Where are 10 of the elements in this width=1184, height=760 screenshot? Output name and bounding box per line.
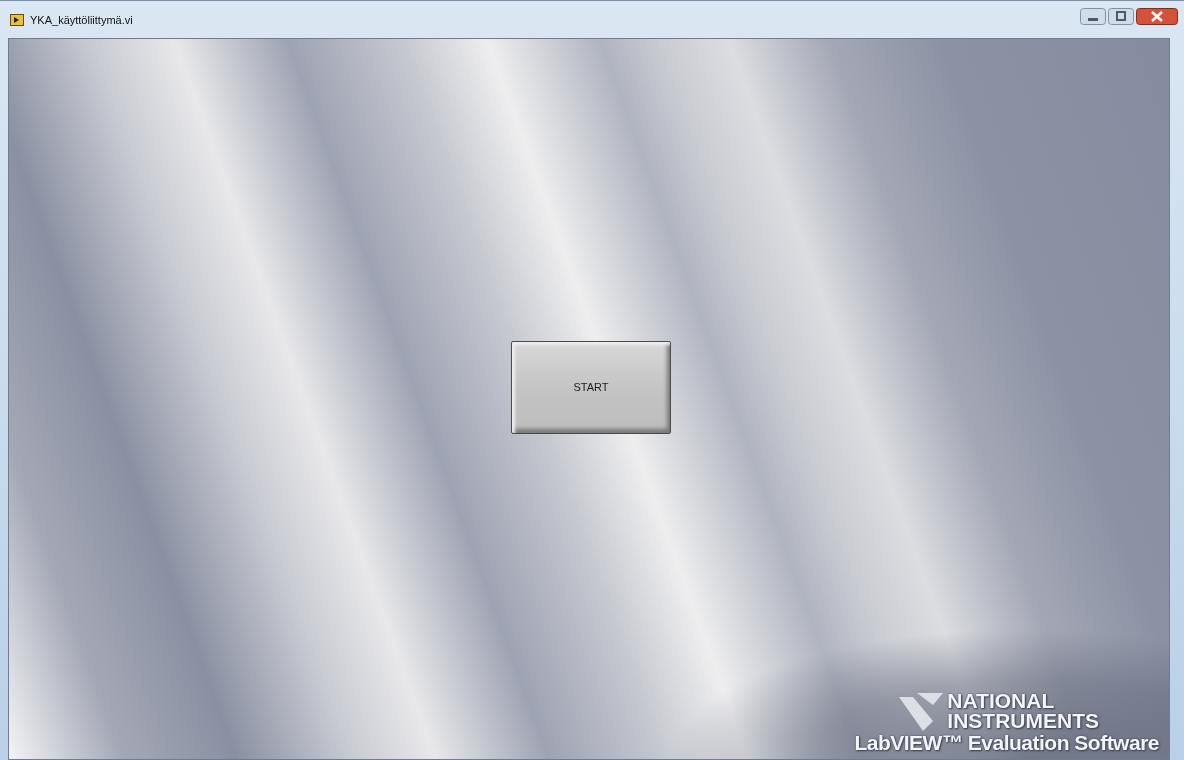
minimize-icon[interactable]: [1080, 8, 1106, 25]
window-title: YKA_käyttöliittymä.vi: [30, 13, 134, 26]
brand-name: INSTRUMENTS: [947, 711, 1099, 731]
start-button[interactable]: START: [511, 340, 671, 434]
maximize-icon[interactable]: [1108, 8, 1134, 25]
close-icon[interactable]: [1136, 8, 1178, 25]
brand-name: NATIONAL: [947, 691, 1056, 711]
app-icon: [10, 13, 24, 26]
logo-icon: [899, 691, 946, 731]
evaluation-label: LabVIEW™ Evaluation Software: [854, 731, 1159, 755]
